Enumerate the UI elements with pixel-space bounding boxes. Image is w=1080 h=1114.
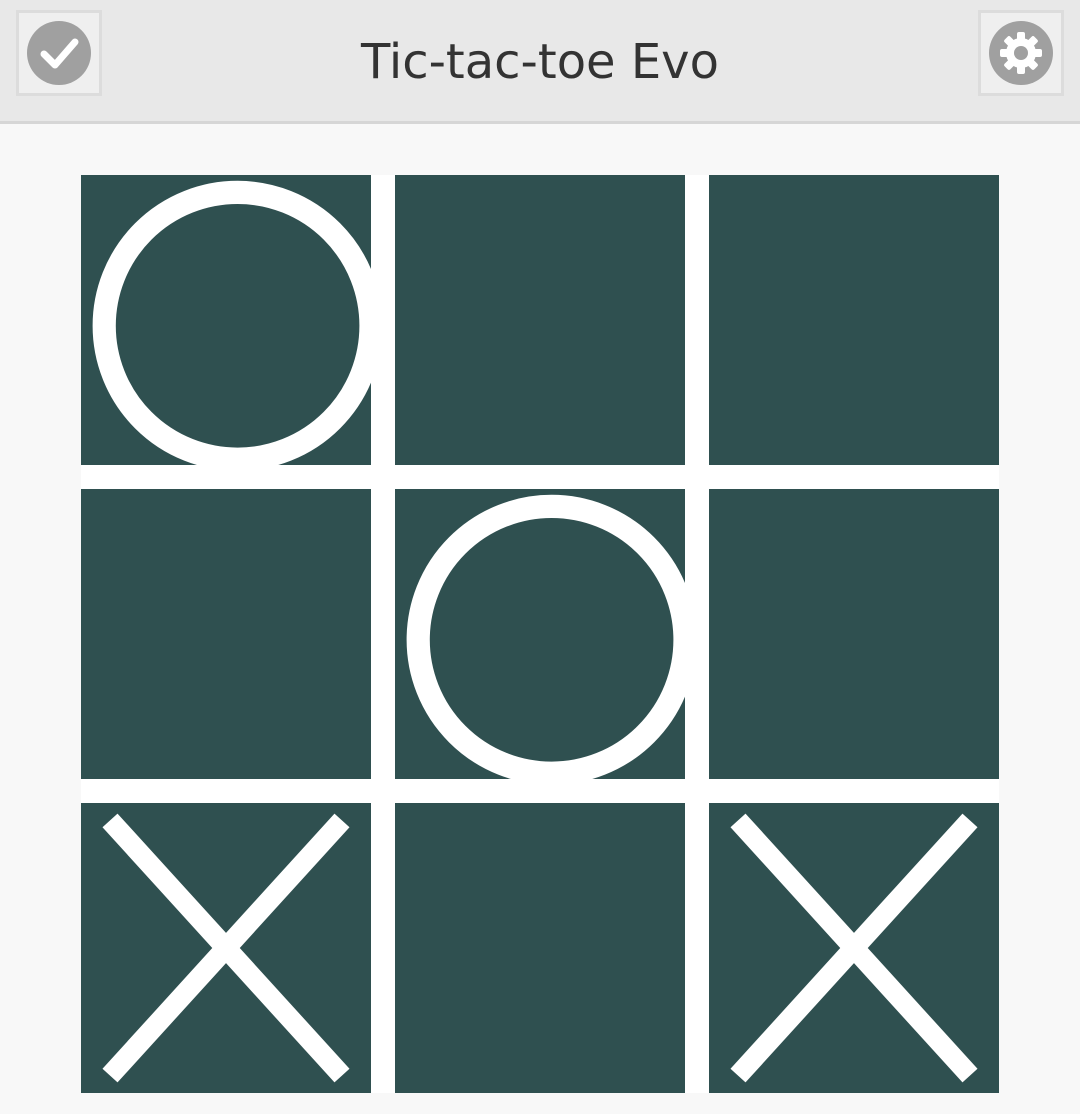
o-mark bbox=[92, 180, 371, 465]
board-cell-1-0[interactable] bbox=[81, 489, 371, 779]
settings-button[interactable] bbox=[978, 10, 1064, 96]
board-cell-2-2[interactable] bbox=[709, 803, 999, 1093]
x-mark bbox=[102, 813, 350, 1083]
board-cell-1-2[interactable] bbox=[709, 489, 999, 779]
board-cell-2-0[interactable] bbox=[81, 803, 371, 1093]
checkmark-icon bbox=[27, 21, 91, 85]
game-board bbox=[81, 175, 999, 1093]
board-cell-2-1[interactable] bbox=[395, 803, 685, 1093]
board-cell-0-1[interactable] bbox=[395, 175, 685, 465]
x-mark bbox=[730, 813, 978, 1083]
board-cell-0-0[interactable] bbox=[81, 175, 371, 465]
o-mark bbox=[406, 494, 685, 779]
app-header: Tic-tac-toe Evo bbox=[0, 0, 1080, 124]
page-title: Tic-tac-toe Evo bbox=[361, 34, 719, 90]
board-cell-1-1[interactable] bbox=[395, 489, 685, 779]
board-cell-0-2[interactable] bbox=[709, 175, 999, 465]
check-button[interactable] bbox=[16, 10, 102, 96]
gear-icon bbox=[989, 21, 1053, 85]
